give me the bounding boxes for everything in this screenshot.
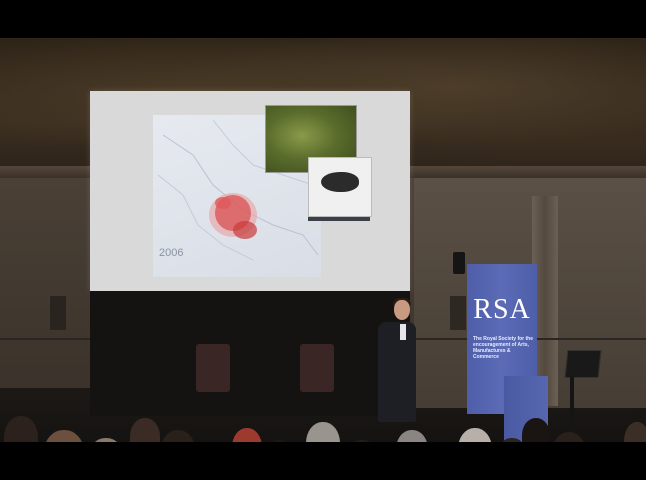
- slide-beetle-photo: [308, 157, 372, 217]
- stage-chair-right: [300, 344, 334, 392]
- slide-year-label: 2006: [159, 247, 184, 259]
- audience-head: [396, 430, 428, 442]
- wall-fixture-left: [50, 296, 66, 330]
- audience: [0, 408, 646, 442]
- wall-fixture-right: [450, 296, 466, 330]
- audience-head: [344, 440, 380, 442]
- beetle-icon: [321, 172, 359, 192]
- lecture-hall-scene: 2006 RSA The Royal Society for the encou…: [0, 38, 646, 442]
- slide-caption-bar: [308, 217, 370, 221]
- wall-speaker: [453, 252, 465, 274]
- audience-head: [624, 422, 646, 442]
- rsa-logo: RSA: [473, 294, 531, 325]
- laptop: [564, 350, 602, 378]
- audience-head: [232, 428, 262, 442]
- speaker-head: [394, 300, 410, 320]
- audience-head: [522, 418, 550, 442]
- video-frame: 2006 RSA The Royal Society for the encou…: [0, 0, 646, 480]
- audience-head: [458, 428, 492, 442]
- rsa-banner-text: The Royal Society for the encouragement …: [473, 336, 534, 360]
- audience-head: [262, 440, 296, 442]
- stage-backdrop: [90, 291, 410, 416]
- speaker-shirt: [400, 324, 406, 340]
- stage-chair-left: [196, 344, 230, 392]
- audience-head: [4, 416, 38, 442]
- speaker-figure: [378, 322, 416, 422]
- audience-head: [130, 418, 160, 442]
- audience-head: [552, 432, 586, 442]
- audience-head: [88, 438, 124, 442]
- audience-head: [306, 422, 340, 442]
- audience-head: [160, 430, 196, 442]
- projection-screen: 2006: [90, 91, 410, 291]
- audience-head: [44, 430, 84, 442]
